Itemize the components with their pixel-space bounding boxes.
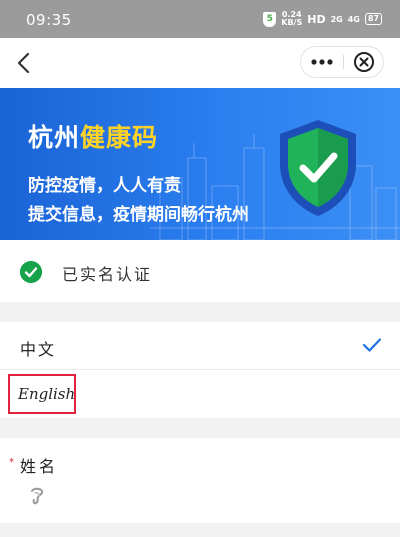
mini-program-capsule (300, 46, 384, 78)
network-speed-unit: KB/S (281, 18, 303, 27)
chevron-left-icon (17, 52, 30, 74)
close-button[interactable] (343, 47, 385, 77)
banner-title-city: 杭州 (28, 123, 81, 152)
language-label-chinese: 中文 (20, 340, 57, 359)
status-bar: 09:35 5 0.24 KB/S HD 2G 4G 87 (0, 0, 400, 38)
language-selector: 中文 English (0, 322, 400, 418)
banner-slogan-2: 提交信息，疫情期间畅行杭州 (28, 205, 249, 225)
required-mark: * (9, 457, 14, 468)
name-label: 姓名 (20, 457, 59, 476)
status-time: 09:35 (26, 11, 72, 29)
close-circle-icon (354, 52, 374, 72)
verification-status: 已实名认证 (0, 240, 400, 302)
back-button[interactable] (12, 50, 38, 76)
more-dots-icon (311, 59, 333, 65)
english-highlight-box: English (8, 374, 76, 414)
banner-slogan-1: 防控疫情，人人有责 (28, 176, 181, 196)
form-section: * 姓名 (0, 438, 400, 523)
status-icons: 5 0.24 KB/S HD 2G 4G 87 (263, 11, 382, 27)
check-icon (362, 338, 382, 352)
nav-bar (0, 38, 400, 88)
language-label-english: English (18, 385, 76, 403)
verification-text: 已实名认证 (62, 265, 153, 284)
battery-icon: 87 (364, 13, 382, 25)
health-code-banner: 杭州健康码 防控疫情，人人有责 提交信息，疫情期间畅行杭州 (0, 88, 400, 240)
more-button[interactable] (301, 47, 343, 77)
banner-title: 杭州健康码 (28, 118, 158, 154)
network-speed: 0.24 KB/S (281, 11, 302, 27)
banner-title-highlight: 健康码 (80, 123, 159, 152)
name-value-blurred[interactable] (28, 486, 46, 506)
signal-4g-icon: 4G (347, 14, 360, 24)
security-shield-icon: 5 (263, 11, 277, 27)
language-option-chinese[interactable]: 中文 (0, 322, 400, 370)
signal-2g-icon: 2G (330, 14, 343, 24)
hd-icon: HD (307, 12, 326, 26)
language-option-english[interactable]: English (0, 370, 400, 418)
shield-check-icon (280, 120, 356, 216)
verified-check-icon (20, 261, 42, 283)
